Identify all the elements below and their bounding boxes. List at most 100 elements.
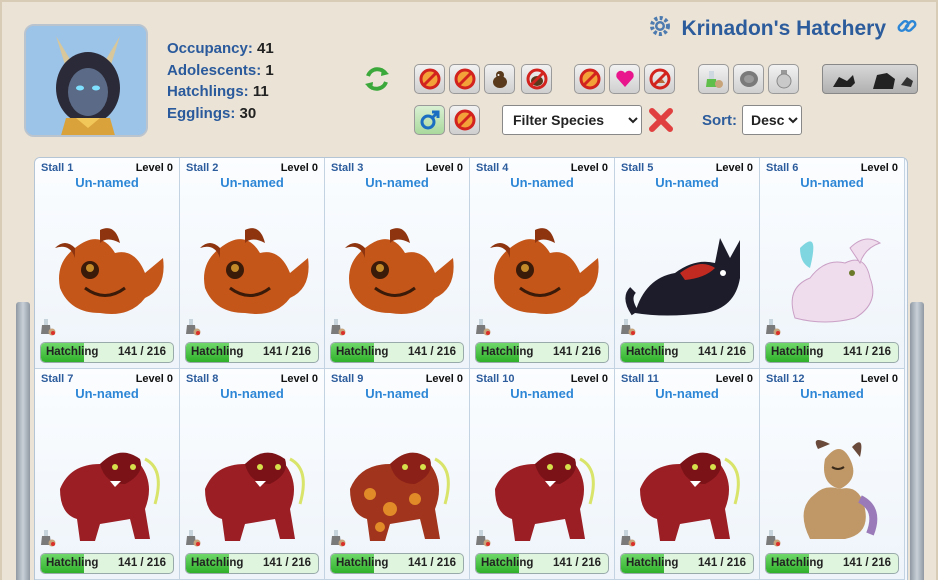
dragon-name[interactable]: Un-named: [180, 386, 324, 401]
no-filter-4[interactable]: [644, 64, 675, 94]
stall-name: Stall 3: [331, 162, 364, 174]
growth-progress-bar: Hatchling 141 / 216: [40, 553, 174, 574]
growth-stage: Hatchling: [336, 557, 389, 569]
growth-progress-bar: Hatchling 141 / 216: [765, 342, 899, 363]
no-breed-filter-1[interactable]: [414, 64, 445, 94]
white-dragon-image[interactable]: [770, 218, 895, 333]
stall-level: Level 0: [280, 162, 318, 174]
tan-dragon-image[interactable]: [770, 429, 895, 544]
potion-icon[interactable]: [474, 318, 492, 336]
clear-filter-icon[interactable]: [648, 107, 674, 133]
stall-name: Stall 5: [621, 162, 654, 174]
sort-select[interactable]: Desc: [742, 105, 802, 135]
jar-icon: [776, 70, 791, 89]
dragon-name[interactable]: Un-named: [615, 386, 759, 401]
orange-dragon-image[interactable]: [45, 218, 170, 333]
stall-card-3[interactable]: Stall 3 Level 0 Un-named Hatchling 141 /…: [325, 158, 470, 369]
creature-filter[interactable]: [484, 64, 515, 94]
right-rail: [910, 302, 924, 580]
dragon-name[interactable]: Un-named: [35, 175, 179, 190]
jar-filter[interactable]: [768, 64, 799, 94]
stall-card-9[interactable]: Stall 9 Level 0 Un-named Hatchling 141 /…: [325, 369, 470, 580]
no-creature-filter[interactable]: [521, 64, 552, 94]
stall-grid: Stall 1 Level 0 Un-named Hatchling 141 /…: [34, 157, 908, 580]
growth-count: 141 / 216: [843, 346, 891, 358]
stall-name: Stall 11: [621, 373, 659, 385]
stall-card-10[interactable]: Stall 10 Level 0 Un-named Hatchling 141 …: [470, 369, 615, 580]
red-beast-image[interactable]: [190, 429, 315, 544]
red-beast-image[interactable]: [625, 429, 750, 544]
stall-level: Level 0: [135, 162, 173, 174]
dragon-name[interactable]: Un-named: [35, 386, 179, 401]
potion-icon[interactable]: [184, 529, 202, 547]
potion-icon[interactable]: [764, 318, 782, 336]
stall-level: Level 0: [860, 162, 898, 174]
growth-progress-bar: Hatchling 141 / 216: [185, 342, 319, 363]
stall-name: Stall 1: [41, 162, 74, 174]
stall-card-6[interactable]: Stall 6 Level 0 Un-named Hatchling 141 /…: [760, 158, 905, 369]
stall-card-8[interactable]: Stall 8 Level 0 Un-named Hatchling 141 /…: [180, 369, 325, 580]
dragon-name[interactable]: Un-named: [615, 175, 759, 190]
red-beast-image[interactable]: [480, 429, 605, 544]
potion-icon[interactable]: [619, 318, 637, 336]
potion-icon[interactable]: [329, 529, 347, 547]
orange-dragon-image[interactable]: [190, 218, 315, 333]
potion-filter[interactable]: [698, 64, 729, 94]
potion-icon[interactable]: [184, 318, 202, 336]
gear-icon[interactable]: [649, 15, 671, 43]
growth-progress-bar: Hatchling 141 / 216: [475, 342, 609, 363]
dragon-name[interactable]: Un-named: [760, 175, 904, 190]
no-creature-icon: [526, 68, 547, 90]
refresh-icon[interactable]: [360, 62, 394, 96]
dragon-name[interactable]: Un-named: [760, 386, 904, 401]
no-breed-filter-2[interactable]: [449, 64, 480, 94]
stall-level: Level 0: [570, 162, 608, 174]
stall-card-1[interactable]: Stall 1 Level 0 Un-named Hatchling 141 /…: [35, 158, 180, 369]
potion-icon[interactable]: [329, 318, 347, 336]
growth-progress-bar: Hatchling 141 / 216: [620, 553, 754, 574]
stat-adolescents: Adolescents: 1: [167, 61, 274, 79]
dragon-name[interactable]: Un-named: [470, 175, 614, 190]
stall-name: Stall 7: [41, 373, 74, 385]
dragon-name[interactable]: Un-named: [180, 175, 324, 190]
male-filter[interactable]: [414, 105, 445, 135]
orange-dragon-image[interactable]: [480, 218, 605, 333]
species-filter-select[interactable]: Filter Species: [502, 105, 642, 135]
growth-count: 141 / 216: [408, 346, 456, 358]
dragon-name[interactable]: Un-named: [470, 386, 614, 401]
stone-filter[interactable]: [733, 64, 764, 94]
stall-level: Level 0: [425, 373, 463, 385]
growth-count: 141 / 216: [263, 557, 311, 569]
orange-dragon-image[interactable]: [335, 218, 460, 333]
potion-icon[interactable]: [39, 529, 57, 547]
potion-icon[interactable]: [474, 529, 492, 547]
stall-level: Level 0: [715, 373, 753, 385]
growth-count: 141 / 216: [118, 346, 166, 358]
patterned-beast-image[interactable]: [335, 429, 460, 544]
female-filter[interactable]: [449, 105, 480, 135]
scene-toggle-button[interactable]: [822, 64, 918, 94]
stat-occupancy: Occupancy: 41: [167, 40, 274, 57]
stall-card-11[interactable]: Stall 11 Level 0 Un-named Hatchling 141 …: [615, 369, 760, 580]
stall-card-2[interactable]: Stall 2 Level 0 Un-named Hatchling 141 /…: [180, 158, 325, 369]
stall-card-5[interactable]: Stall 5 Level 0 Un-named Hatchling 141 /…: [615, 158, 760, 369]
growth-progress-bar: Hatchling 141 / 216: [330, 342, 464, 363]
potion-icon[interactable]: [39, 318, 57, 336]
stall-card-12[interactable]: Stall 12 Level 0 Un-named Hatchling 141 …: [760, 369, 905, 580]
potion-icon[interactable]: [619, 529, 637, 547]
no-filter-3[interactable]: [574, 64, 605, 94]
link-icon[interactable]: [896, 15, 918, 43]
no-icon: [454, 68, 475, 90]
stall-card-4[interactable]: Stall 4 Level 0 Un-named Hatchling 141 /…: [470, 158, 615, 369]
heart-filter[interactable]: [609, 64, 640, 94]
black-dragon-image[interactable]: [625, 218, 750, 333]
stall-card-7[interactable]: Stall 7 Level 0 Un-named Hatchling 141 /…: [35, 369, 180, 580]
potion-icon[interactable]: [764, 529, 782, 547]
dragon-name[interactable]: Un-named: [325, 386, 469, 401]
dragon-name[interactable]: Un-named: [325, 175, 469, 190]
growth-stage: Hatchling: [191, 557, 244, 569]
avatar[interactable]: [24, 24, 148, 137]
red-beast-image[interactable]: [45, 429, 170, 544]
growth-progress-bar: Hatchling 141 / 216: [475, 553, 609, 574]
growth-stage: Hatchling: [336, 346, 389, 358]
